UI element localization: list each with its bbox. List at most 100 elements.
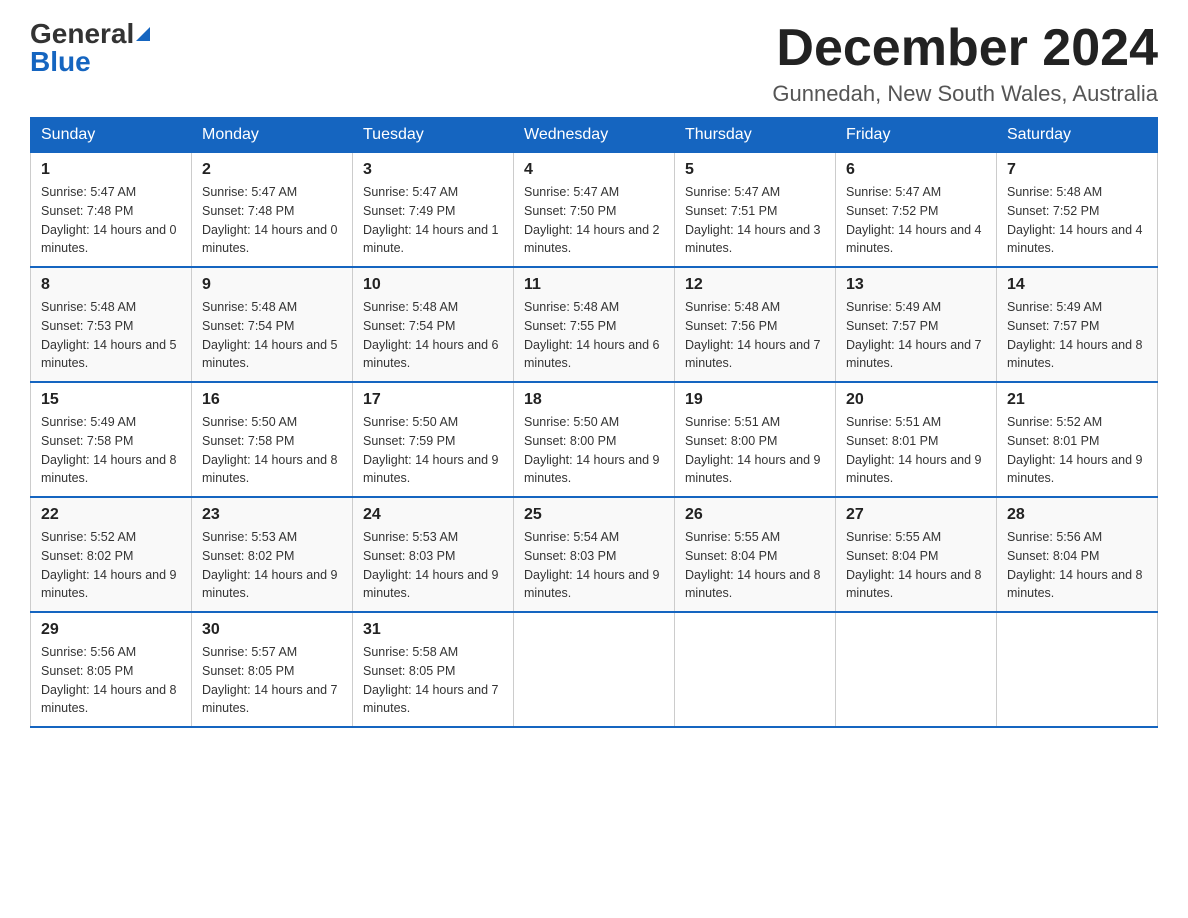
day-info: Sunrise: 5:55 AMSunset: 8:04 PMDaylight:… (685, 530, 821, 600)
logo-arrow-icon (136, 27, 150, 41)
day-info: Sunrise: 5:48 AMSunset: 7:55 PMDaylight:… (524, 300, 660, 370)
day-info: Sunrise: 5:47 AMSunset: 7:49 PMDaylight:… (363, 185, 499, 255)
day-info: Sunrise: 5:47 AMSunset: 7:51 PMDaylight:… (685, 185, 821, 255)
day-info: Sunrise: 5:52 AMSunset: 8:01 PMDaylight:… (1007, 415, 1143, 485)
calendar-cell: 6 Sunrise: 5:47 AMSunset: 7:52 PMDayligh… (836, 153, 997, 268)
day-number: 20 (846, 391, 986, 409)
day-info: Sunrise: 5:56 AMSunset: 8:05 PMDaylight:… (41, 645, 177, 715)
calendar-cell: 22 Sunrise: 5:52 AMSunset: 8:02 PMDaylig… (31, 497, 192, 612)
calendar-table: SundayMondayTuesdayWednesdayThursdayFrid… (30, 117, 1158, 728)
day-number: 15 (41, 391, 181, 409)
day-number: 6 (846, 161, 986, 179)
calendar-cell: 7 Sunrise: 5:48 AMSunset: 7:52 PMDayligh… (997, 153, 1158, 268)
day-number: 3 (363, 161, 503, 179)
day-number: 22 (41, 506, 181, 524)
day-number: 18 (524, 391, 664, 409)
day-info: Sunrise: 5:50 AMSunset: 7:59 PMDaylight:… (363, 415, 499, 485)
calendar-cell: 5 Sunrise: 5:47 AMSunset: 7:51 PMDayligh… (675, 153, 836, 268)
calendar-cell: 28 Sunrise: 5:56 AMSunset: 8:04 PMDaylig… (997, 497, 1158, 612)
week-row-4: 22 Sunrise: 5:52 AMSunset: 8:02 PMDaylig… (31, 497, 1158, 612)
week-row-3: 15 Sunrise: 5:49 AMSunset: 7:58 PMDaylig… (31, 382, 1158, 497)
calendar-cell: 21 Sunrise: 5:52 AMSunset: 8:01 PMDaylig… (997, 382, 1158, 497)
day-number: 24 (363, 506, 503, 524)
day-number: 16 (202, 391, 342, 409)
day-number: 21 (1007, 391, 1147, 409)
calendar-cell: 1 Sunrise: 5:47 AMSunset: 7:48 PMDayligh… (31, 153, 192, 268)
day-number: 27 (846, 506, 986, 524)
day-info: Sunrise: 5:53 AMSunset: 8:03 PMDaylight:… (363, 530, 499, 600)
calendar-cell: 30 Sunrise: 5:57 AMSunset: 8:05 PMDaylig… (192, 612, 353, 727)
logo-general-text: General (30, 20, 134, 48)
weekday-header-thursday: Thursday (675, 118, 836, 153)
calendar-cell: 17 Sunrise: 5:50 AMSunset: 7:59 PMDaylig… (353, 382, 514, 497)
day-info: Sunrise: 5:49 AMSunset: 7:58 PMDaylight:… (41, 415, 177, 485)
location-title: Gunnedah, New South Wales, Australia (772, 81, 1158, 107)
day-number: 17 (363, 391, 503, 409)
logo: General Blue (30, 20, 150, 76)
calendar-cell: 25 Sunrise: 5:54 AMSunset: 8:03 PMDaylig… (514, 497, 675, 612)
weekday-header-saturday: Saturday (997, 118, 1158, 153)
weekday-header-row: SundayMondayTuesdayWednesdayThursdayFrid… (31, 118, 1158, 153)
month-title: December 2024 (772, 20, 1158, 77)
day-number: 7 (1007, 161, 1147, 179)
day-info: Sunrise: 5:58 AMSunset: 8:05 PMDaylight:… (363, 645, 499, 715)
day-info: Sunrise: 5:47 AMSunset: 7:50 PMDaylight:… (524, 185, 660, 255)
calendar-cell: 2 Sunrise: 5:47 AMSunset: 7:48 PMDayligh… (192, 153, 353, 268)
day-number: 26 (685, 506, 825, 524)
day-info: Sunrise: 5:55 AMSunset: 8:04 PMDaylight:… (846, 530, 982, 600)
day-info: Sunrise: 5:56 AMSunset: 8:04 PMDaylight:… (1007, 530, 1143, 600)
day-number: 19 (685, 391, 825, 409)
day-info: Sunrise: 5:49 AMSunset: 7:57 PMDaylight:… (846, 300, 982, 370)
day-number: 28 (1007, 506, 1147, 524)
day-info: Sunrise: 5:54 AMSunset: 8:03 PMDaylight:… (524, 530, 660, 600)
day-info: Sunrise: 5:48 AMSunset: 7:56 PMDaylight:… (685, 300, 821, 370)
calendar-cell: 10 Sunrise: 5:48 AMSunset: 7:54 PMDaylig… (353, 267, 514, 382)
weekday-header-wednesday: Wednesday (514, 118, 675, 153)
logo-blue-text: Blue (30, 48, 91, 76)
calendar-cell: 9 Sunrise: 5:48 AMSunset: 7:54 PMDayligh… (192, 267, 353, 382)
day-number: 1 (41, 161, 181, 179)
day-info: Sunrise: 5:48 AMSunset: 7:53 PMDaylight:… (41, 300, 177, 370)
day-number: 12 (685, 276, 825, 294)
week-row-2: 8 Sunrise: 5:48 AMSunset: 7:53 PMDayligh… (31, 267, 1158, 382)
day-number: 29 (41, 621, 181, 639)
calendar-cell: 18 Sunrise: 5:50 AMSunset: 8:00 PMDaylig… (514, 382, 675, 497)
day-info: Sunrise: 5:47 AMSunset: 7:52 PMDaylight:… (846, 185, 982, 255)
day-number: 2 (202, 161, 342, 179)
day-info: Sunrise: 5:53 AMSunset: 8:02 PMDaylight:… (202, 530, 338, 600)
day-number: 25 (524, 506, 664, 524)
day-info: Sunrise: 5:51 AMSunset: 8:00 PMDaylight:… (685, 415, 821, 485)
day-info: Sunrise: 5:48 AMSunset: 7:54 PMDaylight:… (363, 300, 499, 370)
day-info: Sunrise: 5:48 AMSunset: 7:52 PMDaylight:… (1007, 185, 1143, 255)
calendar-cell: 13 Sunrise: 5:49 AMSunset: 7:57 PMDaylig… (836, 267, 997, 382)
weekday-header-friday: Friday (836, 118, 997, 153)
day-info: Sunrise: 5:47 AMSunset: 7:48 PMDaylight:… (202, 185, 338, 255)
day-number: 14 (1007, 276, 1147, 294)
calendar-cell: 20 Sunrise: 5:51 AMSunset: 8:01 PMDaylig… (836, 382, 997, 497)
day-number: 13 (846, 276, 986, 294)
day-info: Sunrise: 5:48 AMSunset: 7:54 PMDaylight:… (202, 300, 338, 370)
calendar-cell (514, 612, 675, 727)
calendar-cell: 16 Sunrise: 5:50 AMSunset: 7:58 PMDaylig… (192, 382, 353, 497)
calendar-cell: 14 Sunrise: 5:49 AMSunset: 7:57 PMDaylig… (997, 267, 1158, 382)
day-info: Sunrise: 5:50 AMSunset: 7:58 PMDaylight:… (202, 415, 338, 485)
page-header: General Blue December 2024 Gunnedah, New… (30, 20, 1158, 107)
calendar-cell: 27 Sunrise: 5:55 AMSunset: 8:04 PMDaylig… (836, 497, 997, 612)
calendar-cell (997, 612, 1158, 727)
week-row-5: 29 Sunrise: 5:56 AMSunset: 8:05 PMDaylig… (31, 612, 1158, 727)
weekday-header-monday: Monday (192, 118, 353, 153)
calendar-cell (675, 612, 836, 727)
calendar-cell: 29 Sunrise: 5:56 AMSunset: 8:05 PMDaylig… (31, 612, 192, 727)
day-info: Sunrise: 5:52 AMSunset: 8:02 PMDaylight:… (41, 530, 177, 600)
week-row-1: 1 Sunrise: 5:47 AMSunset: 7:48 PMDayligh… (31, 153, 1158, 268)
day-number: 31 (363, 621, 503, 639)
weekday-header-sunday: Sunday (31, 118, 192, 153)
weekday-header-tuesday: Tuesday (353, 118, 514, 153)
day-info: Sunrise: 5:57 AMSunset: 8:05 PMDaylight:… (202, 645, 338, 715)
day-number: 23 (202, 506, 342, 524)
calendar-cell: 23 Sunrise: 5:53 AMSunset: 8:02 PMDaylig… (192, 497, 353, 612)
calendar-cell: 4 Sunrise: 5:47 AMSunset: 7:50 PMDayligh… (514, 153, 675, 268)
day-info: Sunrise: 5:47 AMSunset: 7:48 PMDaylight:… (41, 185, 177, 255)
day-number: 30 (202, 621, 342, 639)
day-number: 8 (41, 276, 181, 294)
